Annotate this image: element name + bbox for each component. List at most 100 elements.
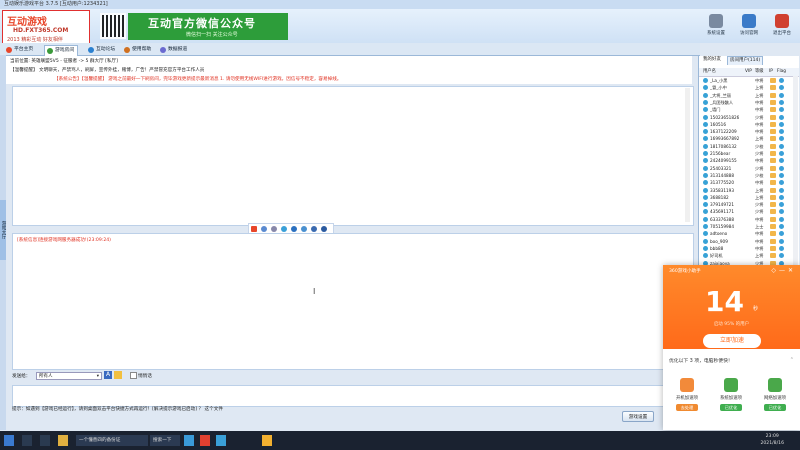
boot-item-status[interactable]: 去处理 — [676, 404, 698, 411]
left-sidebar-toggle[interactable]: 游戏大厅 — [0, 200, 6, 260]
user-row[interactable]: 435691171 少将 — [699, 208, 795, 215]
user-level: 中将 — [755, 121, 764, 127]
mic-icon[interactable] — [291, 226, 297, 232]
current-location: 当前位置: 英雄联盟5V5 - 征服者 -> 5 群大厅 [私厅] — [10, 59, 118, 64]
system-clock[interactable]: 23:09 2021/8/16 — [760, 433, 784, 447]
user-row[interactable]: 160516 中将 — [699, 121, 795, 128]
user-row[interactable]: _墙门 中将 — [699, 106, 795, 113]
tab-forum[interactable]: 互动论坛 — [86, 45, 118, 55]
tab-game-room[interactable]: 游戏房间 — [44, 45, 79, 56]
user-name: 313775520 — [710, 180, 734, 186]
user-row[interactable]: 335831193 上将 — [699, 187, 795, 194]
col-level[interactable]: 等级 — [755, 68, 764, 76]
user-row[interactable]: 3688182 上将 — [699, 194, 795, 201]
ip-icon — [770, 209, 776, 215]
system-message-area[interactable]: [系统信息]连接游戏网服务器成功!(23:09:24) — [12, 233, 694, 370]
message-input[interactable] — [12, 385, 694, 407]
flag-icon — [779, 107, 784, 113]
user-row[interactable]: _兵团残骸人 中将 — [699, 99, 795, 106]
speedup-button[interactable]: 立即加速 — [703, 334, 761, 348]
taskbar-item[interactable]: 搜索一下 — [150, 435, 180, 446]
network-item[interactable]: 网络加速项 已优化 — [755, 378, 795, 411]
start-icon[interactable] — [4, 435, 14, 446]
wechat-banner[interactable]: 互动官方微信公众号 微信扫一扫 关注公众号 — [128, 13, 288, 40]
user-icon[interactable] — [301, 226, 307, 232]
user-row[interactable]: _La_小黑 中将 — [699, 77, 795, 84]
boot-item[interactable]: 开机加速项 去处理 — [667, 378, 707, 411]
chat-scrollbar[interactable] — [685, 88, 690, 222]
shield-icon[interactable]: ◇ — [771, 267, 779, 274]
user-row[interactable]: 2424099155 中将 — [699, 157, 795, 164]
user-row[interactable]: 313144888 少校 — [699, 172, 795, 179]
shirt-icon[interactable] — [311, 226, 317, 232]
user-level: 中将 — [755, 158, 764, 164]
exit-platform-button[interactable]: 退出平台 — [768, 14, 796, 40]
app-icon[interactable] — [216, 435, 226, 446]
user-row[interactable]: boo_909 中将 — [699, 238, 795, 245]
user-row[interactable]: 2156bear 少将 — [699, 150, 795, 157]
emoji-icon[interactable] — [251, 226, 257, 232]
private-checkbox[interactable] — [130, 372, 137, 379]
folder-icon[interactable] — [58, 435, 68, 446]
taskbar-item[interactable]: 一个懂善四的备份证 — [76, 435, 148, 446]
browser-icon[interactable] — [184, 435, 194, 446]
user-row[interactable]: 好司机 上将 — [699, 252, 795, 259]
game-settings-button[interactable]: 游戏设置 — [622, 411, 654, 422]
col-flag[interactable]: Flag — [777, 68, 786, 76]
flag-icon — [779, 209, 784, 215]
chevron-up-icon[interactable]: ⌃ — [790, 357, 794, 363]
user-avatar-icon — [703, 231, 708, 237]
game-icon[interactable] — [262, 435, 272, 446]
user-row[interactable]: bbb88 中将 — [699, 245, 795, 252]
col-ip[interactable]: IP — [769, 68, 773, 76]
col-vip[interactable]: VIP — [745, 68, 752, 76]
user-row[interactable]: 705159984 上士 — [699, 223, 795, 230]
system-settings-button[interactable]: 系统设置 — [702, 14, 730, 40]
logo-slogan: 2013 精彩互动 好友相伴 — [7, 37, 63, 43]
smile-icon[interactable] — [281, 226, 287, 232]
tab-room-users[interactable]: 房间用户(114) — [727, 56, 764, 65]
close-icon[interactable]: ✕ — [788, 267, 796, 274]
ip-icon — [770, 78, 776, 83]
boot-time-unit: 秒 — [753, 306, 759, 312]
brand-logo[interactable]: 互动游戏 HD.FXT365.COM 2013 精彩互动 好友相伴 — [2, 10, 90, 44]
folder-icon[interactable] — [114, 371, 122, 379]
font-icon[interactable]: A — [104, 371, 112, 379]
popup-header: 360游戏小助手 ◇—✕ 14 秒 启动 95% 的用户 立即加速 — [663, 265, 800, 349]
user-row[interactable]: 379149721 少将 — [699, 201, 795, 208]
tab-platform-home[interactable]: 平台主页 — [4, 45, 36, 55]
user-row[interactable]: 633376388 中将 — [699, 216, 795, 223]
visit-site-button[interactable]: 访问官网 — [735, 14, 763, 40]
sendto-select[interactable]: 所有人 ▾ — [36, 372, 102, 380]
user-row[interactable]: adtoeno 中将 — [699, 230, 795, 237]
tab-help[interactable]: 使用帮助 — [122, 45, 154, 55]
user-row[interactable]: 25403321 少将 — [699, 165, 795, 172]
network-item-label: 网络加速项 — [764, 396, 786, 401]
search-icon[interactable] — [22, 435, 32, 446]
chevron-down-icon: ▾ — [96, 374, 99, 379]
user-row[interactable]: 313775520 中将 — [699, 179, 795, 186]
user-row[interactable]: 16993667892 上将 — [699, 135, 795, 142]
user-name: adtoeno — [710, 231, 728, 237]
ip-icon — [770, 253, 776, 259]
boot-icon — [680, 378, 694, 392]
user-row[interactable]: _冒_小中 上将 — [699, 84, 795, 91]
chinese-icon[interactable] — [261, 226, 267, 232]
app-icon[interactable] — [200, 435, 210, 446]
user-avatar-icon — [703, 180, 708, 186]
minimize-icon[interactable]: — — [779, 267, 788, 274]
user-avatar-icon — [703, 172, 708, 178]
col-username[interactable]: 用户名 — [703, 68, 716, 76]
user-row[interactable]: 1637122209 中将 — [699, 128, 795, 135]
home-icon — [6, 47, 12, 53]
chat-history[interactable] — [12, 86, 694, 226]
user-row[interactable]: 15023651826 少将 — [699, 114, 795, 121]
system-item[interactable]: 系统加速项 已优化 — [711, 378, 751, 411]
user-row[interactable]: 1817086132 少校 — [699, 143, 795, 150]
tab-my-friends[interactable]: 我的好友 — [701, 56, 723, 64]
gift-icon[interactable] — [321, 226, 327, 232]
task-view-icon[interactable] — [40, 435, 50, 446]
dot-icon[interactable] — [271, 226, 277, 232]
tab-data-report[interactable]: 数据报道 — [158, 45, 190, 55]
user-row[interactable]: _大将_兰丽 上将 — [699, 92, 795, 99]
